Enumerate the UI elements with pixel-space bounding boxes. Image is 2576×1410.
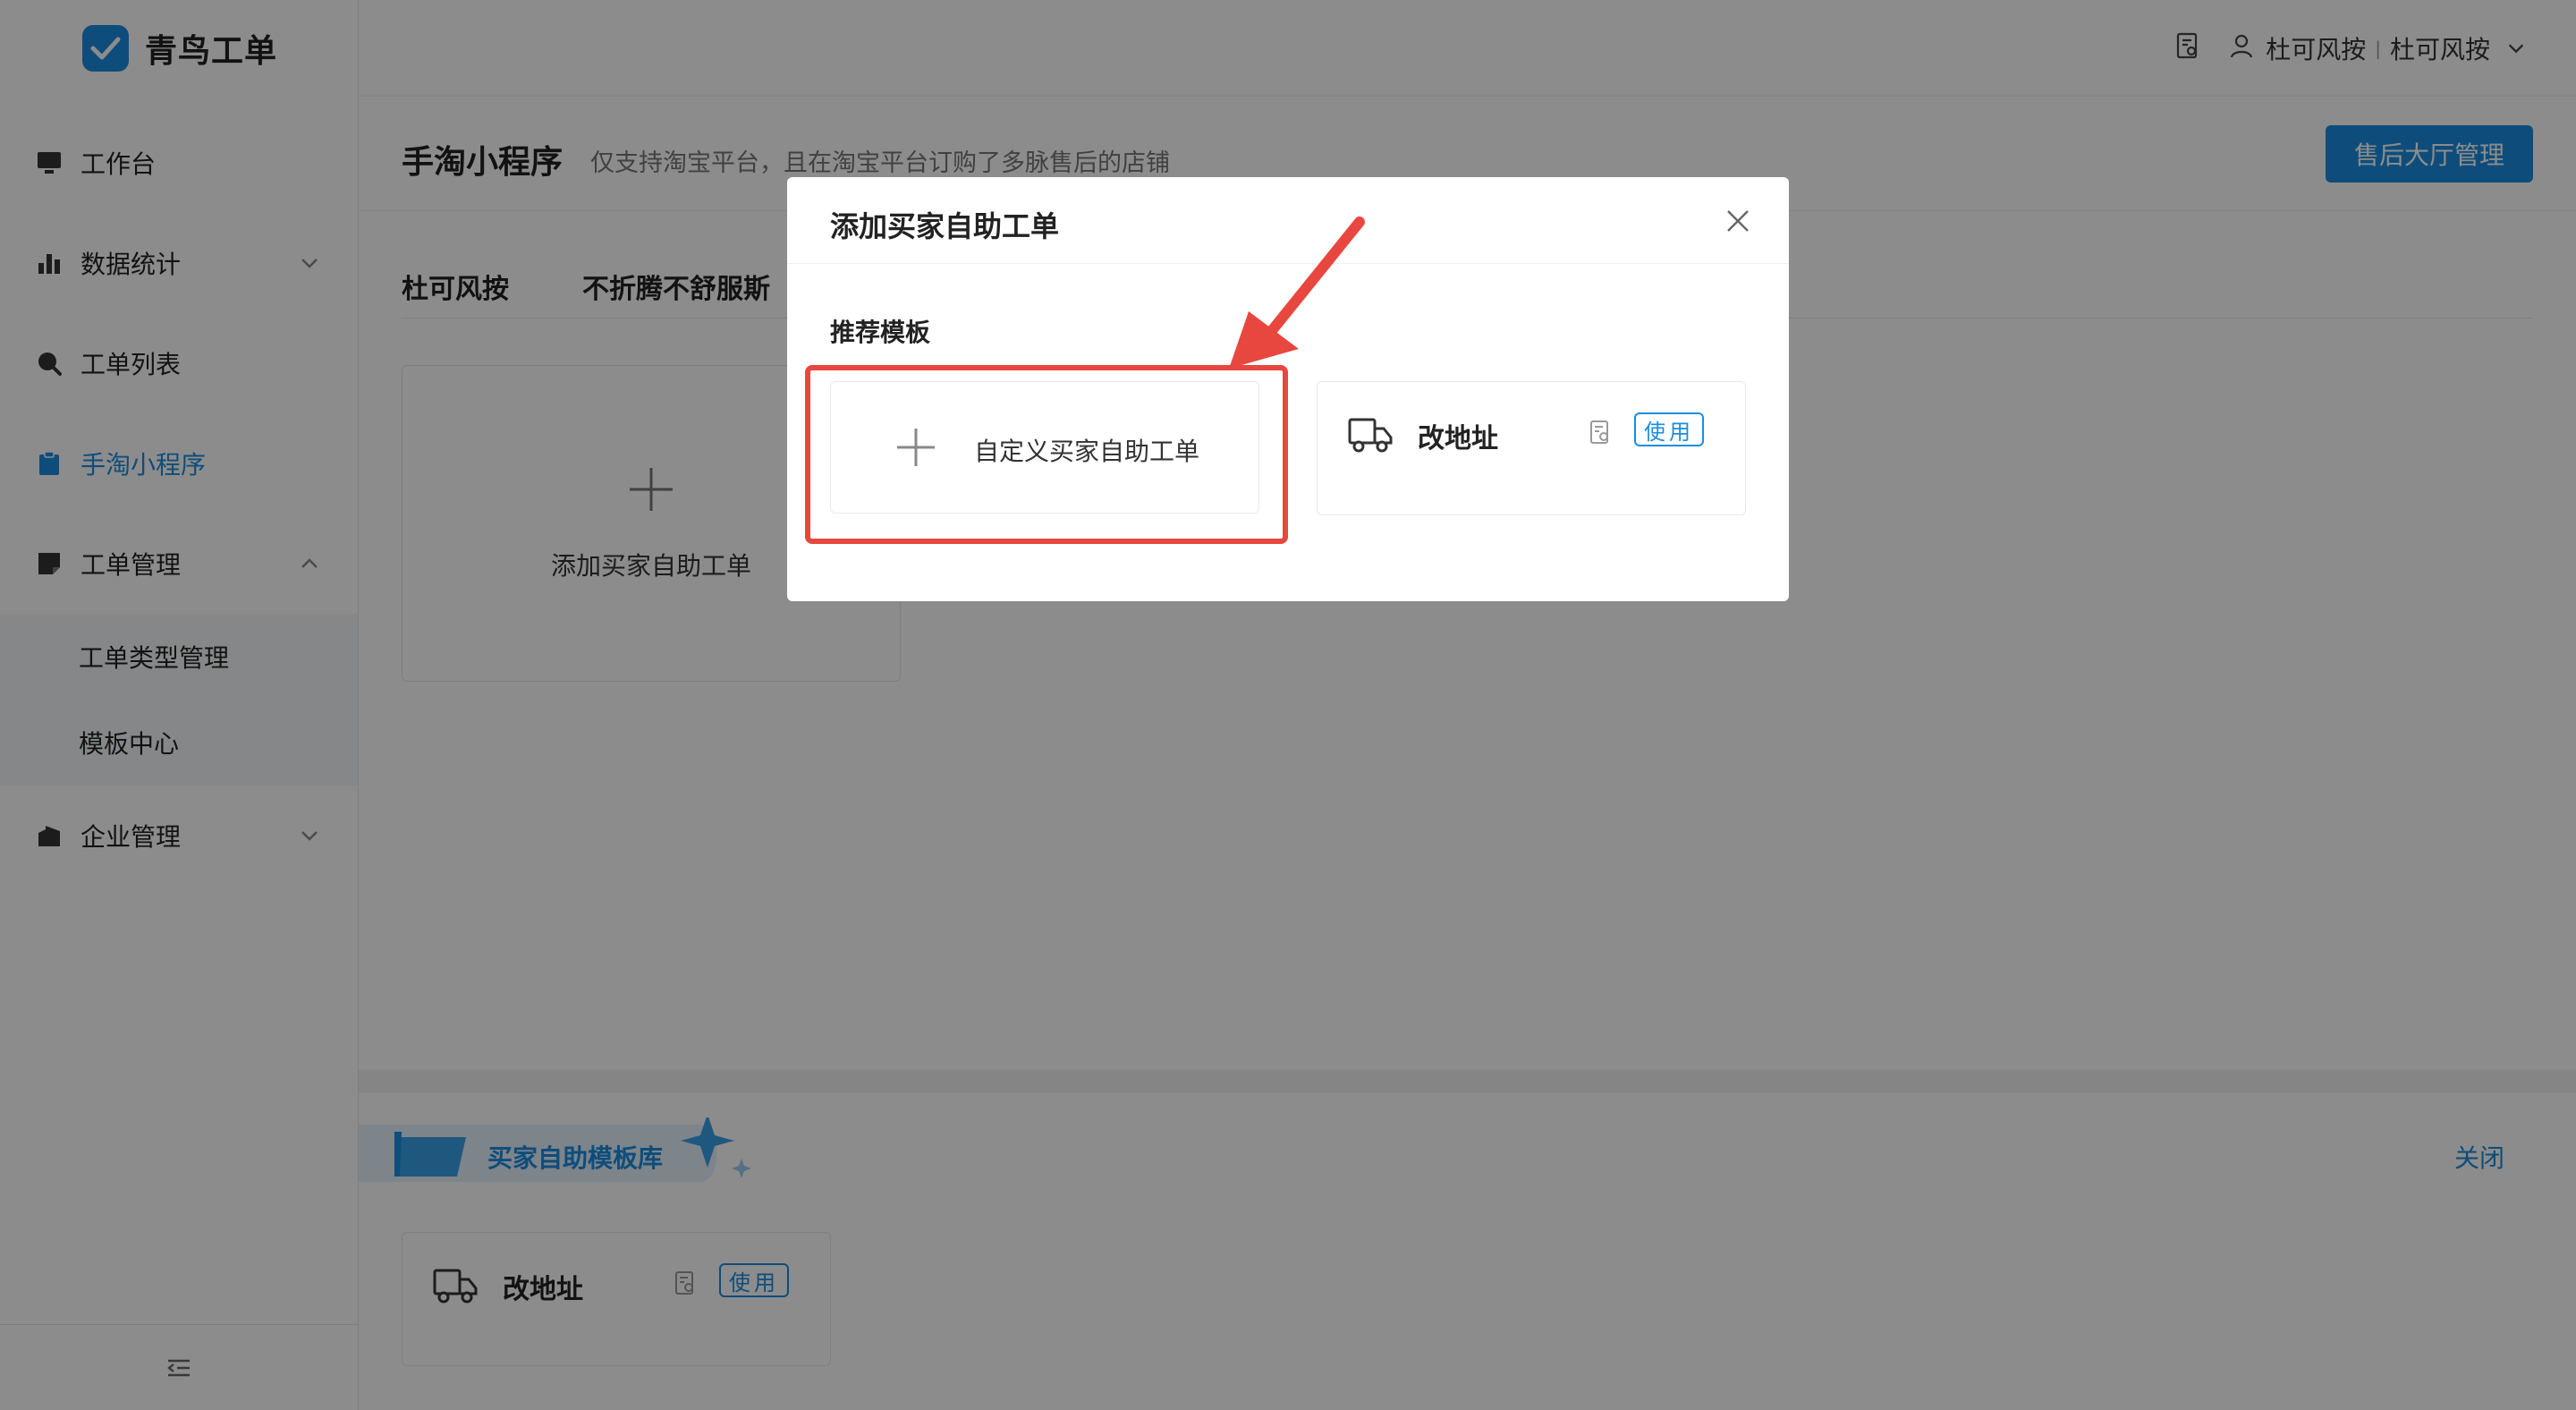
dialog-title: 添加买家自助工单 — [830, 209, 1060, 243]
annotation-arrow — [1229, 217, 1365, 369]
use-template-button[interactable]: 使用 — [1634, 412, 1704, 446]
template-name: 改地址 — [1418, 423, 1498, 454]
close-icon[interactable] — [1724, 208, 1751, 234]
highlight-box — [805, 365, 1288, 544]
recommended-templates-label: 推荐模板 — [830, 318, 931, 347]
preview-icon[interactable] — [1589, 420, 1613, 445]
template-card-change-address[interactable]: 改地址 使用 — [1317, 381, 1746, 515]
truck-icon — [1348, 418, 1393, 453]
